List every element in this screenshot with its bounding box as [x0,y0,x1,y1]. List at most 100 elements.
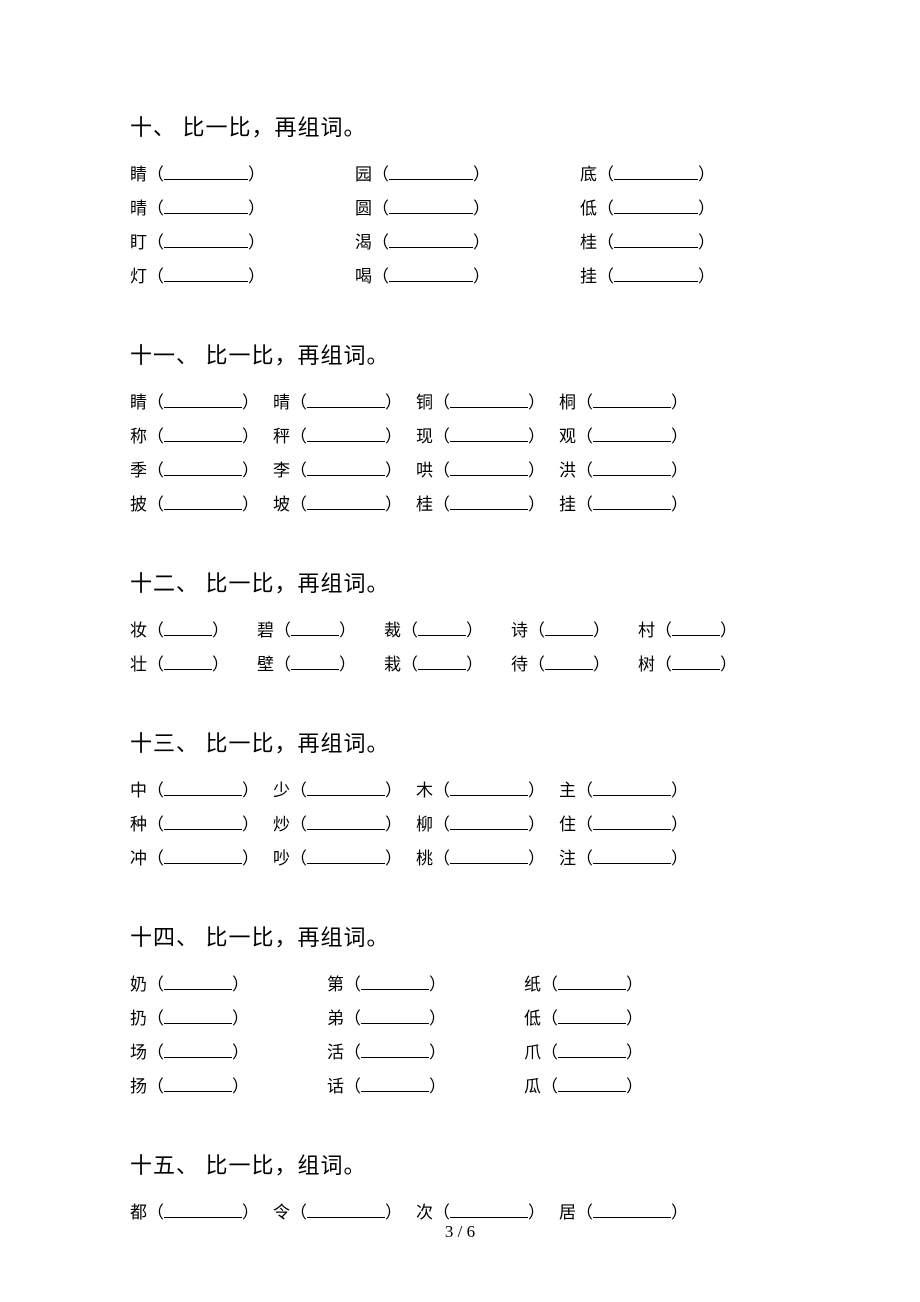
answer-blank[interactable] [164,1041,232,1058]
answer-blank[interactable] [307,1201,385,1218]
answer-blank[interactable] [164,1007,232,1024]
answer-blank[interactable] [164,973,232,990]
paren-right: ） [466,648,483,682]
exercise-item: 壮（） [130,648,229,682]
exercise-row: 盯（）渴（）桂（） [130,226,800,260]
character: 桂 [416,488,433,522]
answer-blank[interactable] [593,813,671,830]
answer-blank[interactable] [558,1075,626,1092]
answer-blank[interactable] [164,459,242,476]
answer-blank[interactable] [614,265,698,282]
paren-right: ） [232,1036,249,1070]
answer-blank[interactable] [164,163,248,180]
exercise-item: 柳（） [416,808,545,842]
answer-blank[interactable] [545,653,593,670]
answer-blank[interactable] [164,1075,232,1092]
answer-blank[interactable] [164,231,248,248]
answer-blank[interactable] [307,847,385,864]
character: 披 [130,488,147,522]
paren-left: （ [290,420,307,454]
answer-blank[interactable] [164,197,248,214]
answer-blank[interactable] [450,813,528,830]
answer-blank[interactable] [450,493,528,510]
answer-blank[interactable] [307,813,385,830]
character: 纸 [524,968,541,1002]
answer-blank[interactable] [558,1041,626,1058]
answer-blank[interactable] [593,847,671,864]
paren-right: ） [232,968,249,1002]
character: 弟 [327,1002,344,1036]
answer-blank[interactable] [307,779,385,796]
answer-blank[interactable] [307,459,385,476]
answer-blank[interactable] [450,779,528,796]
answer-blank[interactable] [593,1201,671,1218]
answer-blank[interactable] [614,163,698,180]
answer-blank[interactable] [450,425,528,442]
answer-blank[interactable] [389,163,473,180]
paren-right: ） [385,420,402,454]
exercise-item: 晴（） [273,386,402,420]
answer-blank[interactable] [558,1007,626,1024]
exercise-item: 树（） [638,648,737,682]
section-2: 十二、 比一比，再组词。妆（）碧（）裁（）诗（）村（）壮（）壁（）栽（）待（）树… [130,566,800,682]
character: 种 [130,808,147,842]
answer-blank[interactable] [614,197,698,214]
answer-blank[interactable] [418,653,466,670]
answer-blank[interactable] [291,619,339,636]
paren-left: （ [290,454,307,488]
answer-blank[interactable] [164,779,242,796]
answer-blank[interactable] [164,813,242,830]
answer-blank[interactable] [593,459,671,476]
paren-left: （ [147,192,164,226]
answer-blank[interactable] [593,493,671,510]
paren-left: （ [528,614,545,648]
answer-blank[interactable] [614,231,698,248]
answer-blank[interactable] [593,425,671,442]
paren-right: ） [626,1036,643,1070]
answer-blank[interactable] [418,619,466,636]
answer-blank[interactable] [450,391,528,408]
answer-blank[interactable] [672,653,720,670]
answer-blank[interactable] [545,619,593,636]
paren-right: ） [528,842,545,876]
answer-blank[interactable] [164,391,242,408]
paren-right: ） [429,968,446,1002]
answer-blank[interactable] [164,653,212,670]
answer-blank[interactable] [450,1201,528,1218]
answer-blank[interactable] [361,1041,429,1058]
answer-blank[interactable] [164,619,212,636]
exercise-item: 瓜（） [524,1070,643,1104]
character: 碧 [257,614,274,648]
answer-blank[interactable] [672,619,720,636]
paren-right: ） [429,1002,446,1036]
answer-blank[interactable] [389,197,473,214]
answer-blank[interactable] [291,653,339,670]
answer-blank[interactable] [361,1007,429,1024]
answer-blank[interactable] [450,459,528,476]
exercise-item: 李（） [273,454,402,488]
paren-right: ） [385,808,402,842]
answer-blank[interactable] [164,425,242,442]
answer-blank[interactable] [558,973,626,990]
answer-blank[interactable] [164,265,248,282]
answer-blank[interactable] [307,493,385,510]
answer-blank[interactable] [164,493,242,510]
answer-blank[interactable] [389,231,473,248]
paren-right: ） [248,226,265,260]
answer-blank[interactable] [593,779,671,796]
answer-blank[interactable] [389,265,473,282]
answer-blank[interactable] [164,847,242,864]
character: 村 [638,614,655,648]
answer-blank[interactable] [361,1075,429,1092]
exercise-item: 喝（） [355,260,490,294]
answer-blank[interactable] [593,391,671,408]
answer-blank[interactable] [307,391,385,408]
exercise-item: 扬（） [130,1070,249,1104]
answer-blank[interactable] [450,847,528,864]
exercise-item: 睛（） [130,158,265,192]
paren-left: （ [372,158,389,192]
answer-blank[interactable] [307,425,385,442]
answer-blank[interactable] [164,1201,242,1218]
answer-blank[interactable] [361,973,429,990]
paren-right: ） [671,488,688,522]
